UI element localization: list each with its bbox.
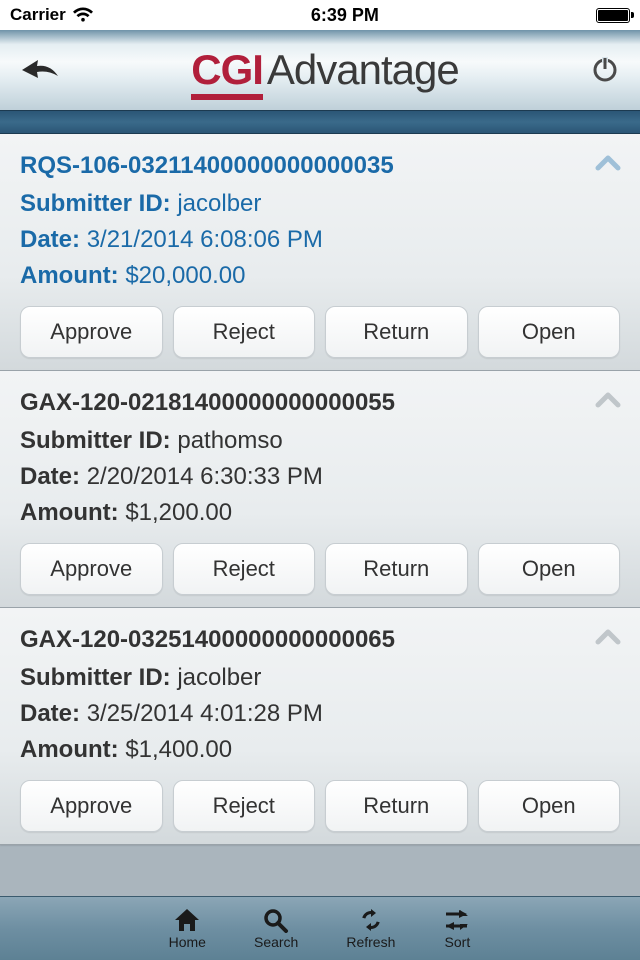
action-row: ApproveRejectReturnOpen	[20, 543, 620, 595]
action-row: ApproveRejectReturnOpen	[20, 306, 620, 358]
document-id: GAX-120-03251400000000000065	[20, 626, 620, 654]
toolbar-refresh[interactable]: Refresh	[346, 907, 395, 950]
reject-button[interactable]: Reject	[173, 780, 316, 832]
approval-card[interactable]: GAX-120-02181400000000000055 Submitter ID…	[0, 371, 640, 608]
reject-button[interactable]: Reject	[173, 543, 316, 595]
status-right	[596, 8, 630, 23]
return-button[interactable]: Return	[325, 543, 468, 595]
date-row: Date: 3/21/2014 6:08:06 PM	[20, 226, 620, 254]
approve-button[interactable]: Approve	[20, 543, 163, 595]
brand-advantage: Advantage	[267, 46, 459, 94]
date-row: Date: 2/20/2014 6:30:33 PM	[20, 463, 620, 491]
amount-row: Amount: $20,000.00	[20, 262, 620, 290]
app-header: CGI Advantage	[0, 30, 640, 110]
document-id: GAX-120-02181400000000000055	[20, 389, 620, 417]
content-list[interactable]: RQS-106-03211400000000000035 Submitter ID…	[0, 134, 640, 896]
open-button[interactable]: Open	[478, 306, 621, 358]
approval-card[interactable]: RQS-106-03211400000000000035 Submitter ID…	[0, 134, 640, 371]
return-button[interactable]: Return	[325, 306, 468, 358]
toolbar-search-label: Search	[254, 934, 298, 950]
approve-button[interactable]: Approve	[20, 780, 163, 832]
power-button[interactable]	[590, 55, 620, 85]
sub-header-bar	[0, 110, 640, 134]
toolbar-home-label: Home	[169, 934, 206, 950]
back-button[interactable]	[20, 56, 60, 84]
submitter-row: Submitter ID: pathomso	[20, 427, 620, 455]
chevron-up-icon[interactable]	[594, 152, 622, 172]
brand-cgi: CGI	[191, 46, 263, 94]
open-button[interactable]: Open	[478, 780, 621, 832]
battery-icon	[596, 8, 630, 23]
action-row: ApproveRejectReturnOpen	[20, 780, 620, 832]
amount-row: Amount: $1,400.00	[20, 736, 620, 764]
toolbar-sort[interactable]: Sort	[443, 907, 471, 950]
reject-button[interactable]: Reject	[173, 306, 316, 358]
chevron-up-icon[interactable]	[594, 626, 622, 646]
toolbar-sort-label: Sort	[445, 934, 471, 950]
return-button[interactable]: Return	[325, 780, 468, 832]
toolbar-search[interactable]: Search	[254, 907, 298, 950]
open-button[interactable]: Open	[478, 543, 621, 595]
toolbar-home[interactable]: Home	[169, 907, 206, 950]
submitter-row: Submitter ID: jacolber	[20, 190, 620, 218]
carrier-label: Carrier	[10, 5, 66, 25]
app-title: CGI Advantage	[191, 46, 459, 94]
approval-card[interactable]: GAX-120-03251400000000000065 Submitter ID…	[0, 608, 640, 845]
date-row: Date: 3/25/2014 4:01:28 PM	[20, 700, 620, 728]
status-time: 6:39 PM	[311, 5, 379, 26]
status-left: Carrier	[10, 5, 94, 25]
status-bar: Carrier 6:39 PM	[0, 0, 640, 30]
bottom-toolbar: Home Search Refresh Sort	[0, 896, 640, 960]
approve-button[interactable]: Approve	[20, 306, 163, 358]
chevron-up-icon[interactable]	[594, 389, 622, 409]
submitter-row: Submitter ID: jacolber	[20, 664, 620, 692]
amount-row: Amount: $1,200.00	[20, 499, 620, 527]
toolbar-refresh-label: Refresh	[346, 934, 395, 950]
wifi-icon	[72, 7, 94, 23]
document-id: RQS-106-03211400000000000035	[20, 152, 620, 180]
